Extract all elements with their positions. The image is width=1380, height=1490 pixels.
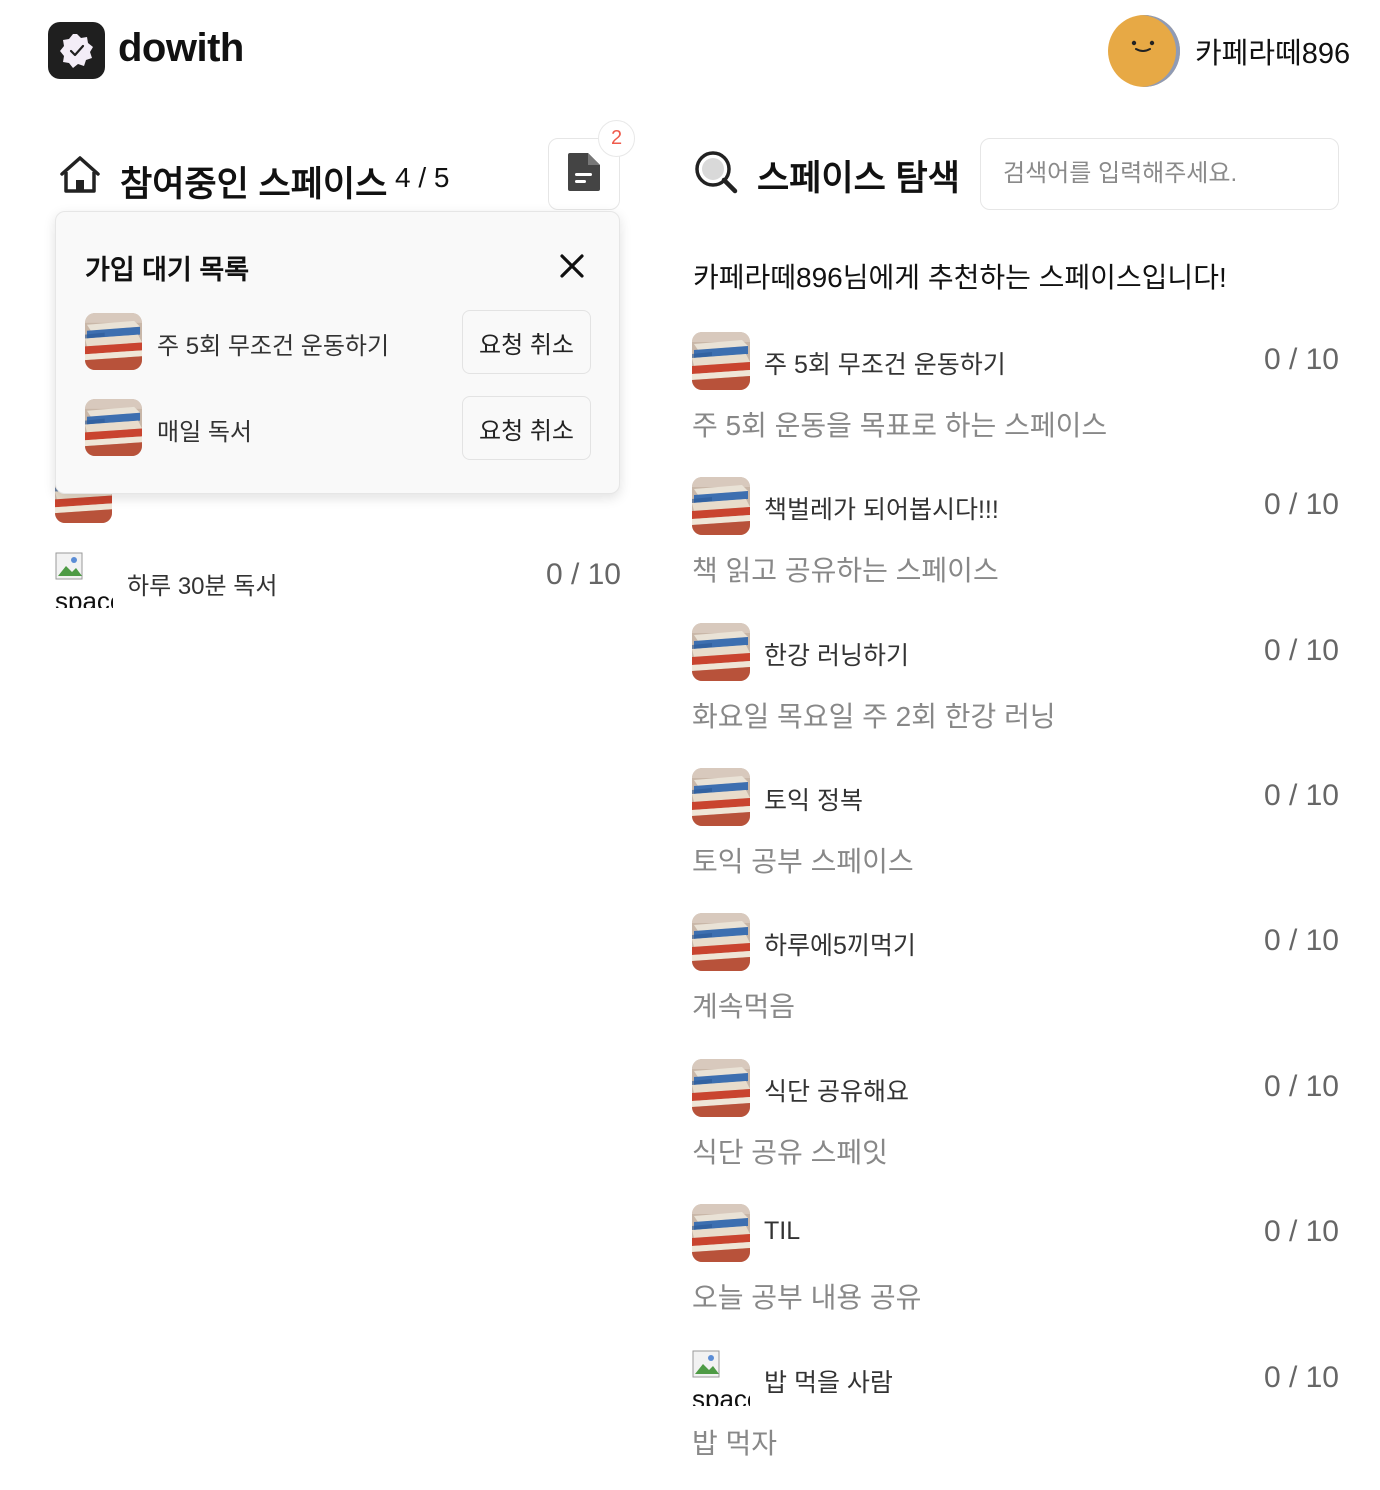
space-thumbnail bbox=[692, 1059, 750, 1117]
my-spaces-title: 참여중인 스페이스 bbox=[120, 165, 388, 204]
space-thumbnail bbox=[692, 913, 750, 971]
brand-name[interactable]: dowith bbox=[118, 26, 244, 71]
explore-space-item[interactable]: 주 5회 무조건 운동하기 0 / 10 주 5회 운동을 목표로 하는 스페이… bbox=[692, 332, 1339, 452]
space-member-count: 0 / 10 bbox=[545, 558, 621, 591]
broken-image-icon: space bbox=[692, 1350, 750, 1406]
space-member-count: 0 / 10 bbox=[1263, 1215, 1339, 1248]
avatar[interactable] bbox=[1108, 15, 1180, 87]
space-thumbnail bbox=[692, 332, 750, 390]
logo-icon[interactable] bbox=[48, 22, 105, 79]
space-member-count: 0 / 10 bbox=[1263, 343, 1339, 376]
space-name: 주 5회 무조건 운동하기 bbox=[764, 351, 1006, 379]
space-name: 한강 러닝하기 bbox=[764, 642, 909, 670]
space-name: 밥 먹을 사람 bbox=[764, 1369, 893, 1397]
space-thumbnail bbox=[692, 477, 750, 535]
cancel-request-button[interactable]: 요청 취소 bbox=[462, 396, 591, 460]
space-thumbnail bbox=[85, 313, 142, 370]
recommend-text: 카페라떼896님에게 추천하는 스페이스입니다! bbox=[693, 262, 1227, 293]
popup-title: 가입 대기 목록 bbox=[85, 255, 250, 285]
space-description: 책 읽고 공유하는 스페이스 bbox=[692, 555, 999, 586]
space-name: 하루에5끼먹기 bbox=[764, 932, 916, 960]
search-input[interactable] bbox=[981, 139, 1338, 209]
space-name: 토익 정복 bbox=[764, 787, 863, 815]
space-thumbnail bbox=[85, 399, 142, 456]
space-thumbnail bbox=[692, 1204, 750, 1262]
space-name: 책벌레가 되어봅시다!!! bbox=[764, 496, 999, 524]
space-name: 주 5회 무조건 운동하기 bbox=[157, 333, 390, 360]
space-description: 밥 먹자 bbox=[692, 1428, 778, 1459]
search-field[interactable] bbox=[980, 138, 1339, 210]
explore-space-item[interactable]: space 밥 먹을 사람 0 / 10 밥 먹자 bbox=[692, 1350, 1339, 1470]
space-description: 주 5회 운동을 목표로 하는 스페이스 bbox=[692, 410, 1108, 441]
space-member-count: 0 / 10 bbox=[1263, 1361, 1339, 1394]
app-header: dowith 카페라떼896 bbox=[0, 0, 1380, 100]
username[interactable]: 카페라떼896 bbox=[1195, 30, 1350, 72]
space-name: 매일 독서 bbox=[157, 419, 252, 446]
explore-space-item[interactable]: 책벌레가 되어봅시다!!! 0 / 10 책 읽고 공유하는 스페이스 bbox=[692, 477, 1339, 597]
space-description: 계속먹음 bbox=[692, 991, 796, 1022]
space-description: 토익 공부 스페이스 bbox=[692, 846, 914, 877]
pending-item: 주 5회 무조건 운동하기 요청 취소 bbox=[85, 310, 591, 376]
space-name: 식단 공유해요 bbox=[764, 1078, 909, 1106]
space-thumbnail bbox=[692, 623, 750, 681]
explore-title: 스페이스 탐색 bbox=[757, 159, 960, 198]
explore-space-item[interactable]: 식단 공유해요 0 / 10 식단 공유 스페잇 bbox=[692, 1059, 1339, 1179]
my-space-item[interactable]: space 하루 30분 독서 0 / 10 bbox=[55, 552, 621, 612]
broken-image-icon: space bbox=[55, 552, 113, 608]
space-member-count: 0 / 10 bbox=[1263, 924, 1339, 957]
explore-space-item[interactable]: 토익 정복 0 / 10 토익 공부 스페이스 bbox=[692, 768, 1339, 888]
space-member-count: 0 / 10 bbox=[1263, 488, 1339, 521]
pending-requests-popup: 가입 대기 목록 주 5회 무조건 운동하기 요청 취소 매일 독서 요청 취소 bbox=[55, 211, 620, 494]
space-description: 식단 공유 스페잇 bbox=[692, 1137, 888, 1168]
space-thumbnail bbox=[692, 768, 750, 826]
home-icon bbox=[58, 154, 102, 199]
document-icon bbox=[566, 151, 602, 198]
my-spaces-count: 4 / 5 bbox=[395, 162, 450, 193]
space-member-count: 0 / 10 bbox=[1263, 634, 1339, 667]
cancel-request-button[interactable]: 요청 취소 bbox=[462, 310, 591, 374]
search-icon bbox=[693, 149, 739, 200]
explore-space-item[interactable]: TIL 0 / 10 오늘 공부 내용 공유 bbox=[692, 1204, 1339, 1324]
pending-item: 매일 독서 요청 취소 bbox=[85, 396, 591, 462]
space-name: 하루 30분 독서 bbox=[127, 573, 278, 600]
space-member-count: 0 / 10 bbox=[1263, 779, 1339, 812]
pending-count-badge: 2 bbox=[598, 120, 635, 157]
space-description: 화요일 목요일 주 2회 한강 러닝 bbox=[692, 701, 1056, 732]
space-description: 오늘 공부 내용 공유 bbox=[692, 1282, 922, 1313]
explore-space-item[interactable]: 한강 러닝하기 0 / 10 화요일 목요일 주 2회 한강 러닝 bbox=[692, 623, 1339, 743]
space-name: TIL bbox=[764, 1217, 801, 1245]
space-member-count: 0 / 10 bbox=[1263, 1070, 1339, 1103]
close-icon[interactable] bbox=[556, 250, 588, 282]
explore-space-item[interactable]: 하루에5끼먹기 0 / 10 계속먹음 bbox=[692, 913, 1339, 1033]
